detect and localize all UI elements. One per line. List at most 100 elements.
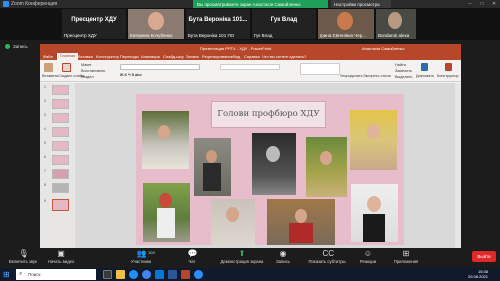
photo xyxy=(306,137,347,197)
arrange-button[interactable]: Упорядочить xyxy=(340,74,363,78)
maximize-icon[interactable]: □ xyxy=(477,0,487,8)
participant-tile[interactable]: Бута Вероніка 101... Бута Вероніка 101 П… xyxy=(186,9,250,39)
edge-icon[interactable] xyxy=(129,270,138,279)
zoom-app-icon[interactable] xyxy=(194,270,203,279)
slide-number: 7 xyxy=(44,169,46,173)
font-format-icons[interactable]: Ж К Ч S abc xyxy=(120,73,142,77)
recording-label: Запись xyxy=(13,44,28,49)
participant-tile[interactable]: Bondaruk alexa xyxy=(376,9,416,39)
share-screen-icon: ⬆ xyxy=(238,249,246,258)
recording-icon xyxy=(5,44,10,49)
captions-button[interactable]: CC Показать субтитры xyxy=(300,249,354,267)
participant-tile[interactable]: Пресцентр ХДУ Пресцентр ХДУ xyxy=(62,9,126,39)
photo xyxy=(143,183,190,242)
share-screen-button[interactable]: ⬆ Демонстрация экрана xyxy=(212,249,272,267)
record-label: Запись xyxy=(276,259,290,264)
tab-animations[interactable]: Анимация xyxy=(141,54,160,59)
store-icon[interactable] xyxy=(155,270,164,279)
tab-design[interactable]: Конструктор xyxy=(96,54,119,59)
designer-icon[interactable] xyxy=(445,63,452,71)
paste-icon[interactable] xyxy=(44,63,53,72)
start-video-button[interactable]: ▣ Начать видео xyxy=(38,249,84,267)
slide-thumbnail-selected[interactable] xyxy=(52,199,69,211)
paragraph-controls[interactable] xyxy=(220,64,280,70)
file-explorer-icon[interactable] xyxy=(116,270,125,279)
select-button[interactable]: Выделить xyxy=(395,75,413,79)
tab-slideshow[interactable]: Слайд-шоу xyxy=(163,54,184,59)
slide-thumbnail[interactable] xyxy=(52,113,69,123)
slide-thumbnail[interactable] xyxy=(52,169,69,179)
record-button[interactable]: ◉ Запись xyxy=(266,249,300,267)
slide-number: 5 xyxy=(44,141,46,145)
slide-scrollbar[interactable] xyxy=(455,83,461,248)
tab-view[interactable]: Вид xyxy=(233,54,240,59)
replace-button[interactable]: Заменить xyxy=(395,69,412,73)
participant-name: Bondaruk alexa xyxy=(378,33,410,38)
apps-button[interactable]: ⊞ Приложения xyxy=(386,249,426,267)
paste-button[interactable]: Вставить xyxy=(42,74,58,78)
apps-label: Приложения xyxy=(393,259,419,264)
tell-me-search[interactable]: Что вы хотите сделать? xyxy=(262,54,306,59)
slide-number: 4 xyxy=(44,127,46,131)
tab-insert[interactable]: Вставка xyxy=(78,54,93,59)
leave-button[interactable]: Выйти xyxy=(472,251,496,262)
quick-styles-button[interactable]: Экспресс-стили xyxy=(363,74,391,78)
participant-tile[interactable]: Гук Влад Гук Влад xyxy=(252,9,316,39)
find-button[interactable]: Найти xyxy=(395,63,406,67)
participants-count: 103 xyxy=(148,250,155,255)
tab-file[interactable]: Файл xyxy=(43,54,53,59)
participants-label: Участники xyxy=(130,259,151,264)
task-view-icon[interactable] xyxy=(103,270,112,279)
participant-big-name: Гук Влад xyxy=(270,17,298,23)
slide-thumbnail[interactable] xyxy=(52,183,69,193)
slide-number: 2 xyxy=(44,99,46,103)
taskbar-clock[interactable]: 15:38 29.08.2021 xyxy=(458,269,488,279)
slide-thumbnail[interactable] xyxy=(52,155,69,165)
powerpoint-icon[interactable] xyxy=(181,270,190,279)
reset-button[interactable]: Восстановить xyxy=(81,69,105,73)
slide-number: 3 xyxy=(44,113,46,117)
layout-button[interactable]: Макет xyxy=(81,63,92,67)
slide-thumbnail[interactable] xyxy=(52,99,69,109)
dictate-icon[interactable] xyxy=(421,63,428,71)
photo xyxy=(267,199,335,245)
slide-thumbnail[interactable] xyxy=(52,141,69,151)
clock-date: 29.08.2021 xyxy=(467,274,488,279)
tab-review[interactable]: Рецензирование xyxy=(202,54,233,59)
taskbar-search-input[interactable]: Поиск xyxy=(16,269,96,280)
font-selector[interactable] xyxy=(120,64,200,70)
chrome-icon[interactable] xyxy=(142,270,151,279)
participants-icon: 👥 xyxy=(136,249,147,258)
slide-thumbnail[interactable] xyxy=(52,127,69,137)
slide-thumbnail[interactable] xyxy=(52,85,69,95)
participant-big-name: Пресцентр ХДУ xyxy=(71,17,117,23)
minimize-icon[interactable]: – xyxy=(465,0,475,8)
participant-name: Катерина Кочубенко xyxy=(130,33,173,38)
new-slide-icon[interactable] xyxy=(62,63,71,72)
tab-transitions[interactable]: Переходы xyxy=(120,54,139,59)
ppt-ribbon: Вставить Создать слайд Макет Восстановит… xyxy=(40,60,461,82)
word-icon[interactable] xyxy=(168,270,177,279)
shapes-gallery[interactable] xyxy=(300,63,340,75)
participant-tile[interactable]: Ірина Євгенівна Чер... xyxy=(318,9,374,39)
photo xyxy=(350,110,397,170)
chat-button[interactable]: 💬 Чат xyxy=(178,249,206,267)
section-button[interactable]: Раздел xyxy=(81,75,94,79)
windows-start-icon[interactable]: ⊞ xyxy=(3,270,12,279)
close-icon[interactable]: ✕ xyxy=(489,0,499,8)
view-options-button[interactable]: Настройки просмотра xyxy=(331,0,391,8)
dictate-button[interactable]: Диктовать xyxy=(416,74,434,78)
designer-button[interactable]: Конструктор xyxy=(437,74,459,78)
ppt-title: Презентация PPTX - ХДУ - PowerPoint xyxy=(200,45,272,51)
share-screen-label: Демонстрация экрана xyxy=(220,259,264,264)
tab-help[interactable]: Справка xyxy=(244,54,260,59)
participant-name: Бута Вероніка 101 ПО xyxy=(188,33,235,38)
ppt-title-bar: Презентация PPTX - ХДУ - PowerPoint Анас… xyxy=(40,44,461,52)
start-video-label: Начать видео xyxy=(47,259,75,264)
photo xyxy=(194,138,231,196)
participants-button[interactable]: 👥 103 Участники xyxy=(118,249,164,267)
participant-tile[interactable]: Катерина Кочубенко xyxy=(128,9,184,39)
tab-home[interactable]: Главная xyxy=(57,53,79,60)
tab-record[interactable]: Запись xyxy=(186,54,199,59)
reactions-button[interactable]: ☺ Реакции xyxy=(350,249,386,267)
